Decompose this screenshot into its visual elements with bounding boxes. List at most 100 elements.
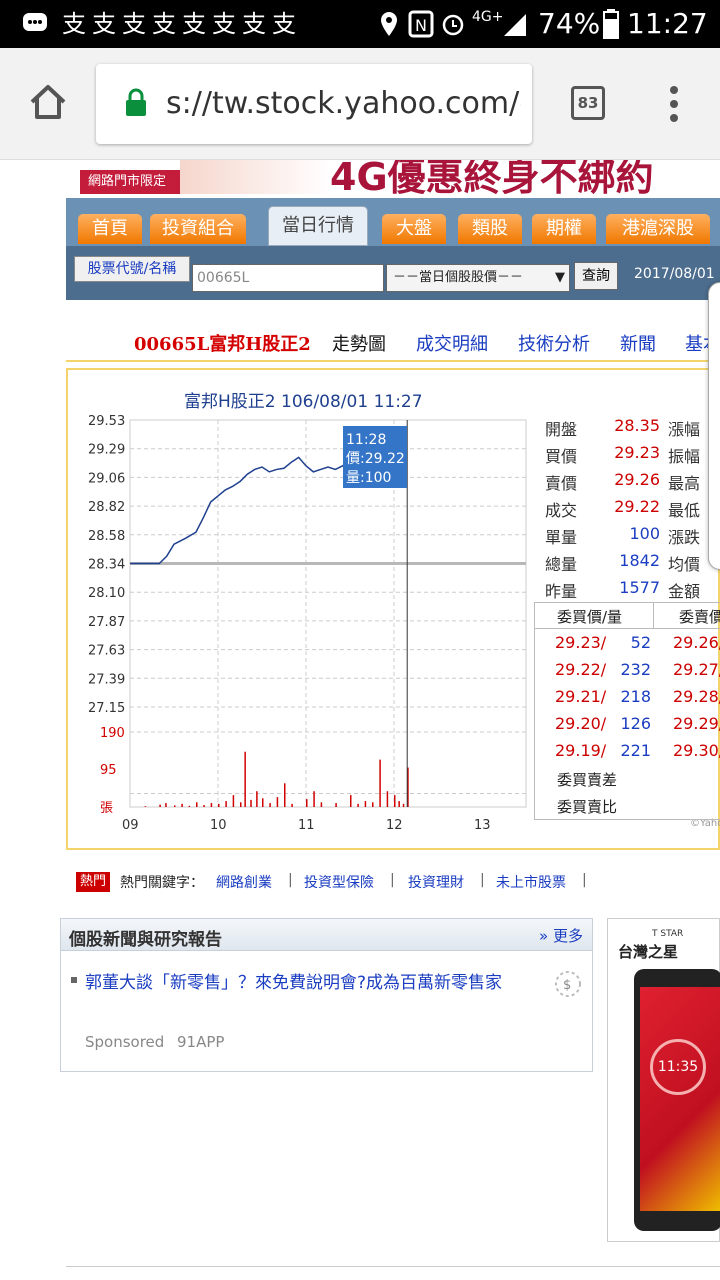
- news-more-link[interactable]: » 更多: [539, 925, 583, 946]
- divider: [653, 603, 654, 629]
- stock-title: 00665L富邦H股正2: [134, 334, 311, 355]
- volume-bar: [386, 791, 389, 807]
- tab-hk-cn[interactable]: 港滬深股: [606, 214, 710, 244]
- volume-bar: [232, 795, 235, 807]
- nav-tabs: 首頁 投資組合 當日行情 大盤 類股 期權 港滬深股: [66, 198, 720, 246]
- hot-link-insurance[interactable]: 投資型保險: [304, 872, 374, 892]
- volume-bar: [306, 799, 308, 807]
- volume-bar: [262, 798, 264, 807]
- quote-label: 單量: [545, 528, 578, 547]
- volume-bar: [144, 806, 147, 807]
- bid-ask-ratio: 委買賣比: [557, 798, 618, 816]
- chart-title: 富邦H股正2 106/08/01 11:27: [184, 392, 423, 412]
- bid-price: 29.21/: [555, 687, 607, 706]
- quote-label: 成交: [545, 501, 578, 520]
- news-title: 個股新聞與研究報告: [69, 930, 222, 950]
- quote-label2: 振幅: [668, 447, 701, 466]
- address-bar[interactable]: s://tw.stock.yahoo.com/c: [96, 64, 532, 144]
- subtab-trades[interactable]: 成交明細: [416, 330, 488, 356]
- volume-bar: [244, 751, 246, 807]
- quote-value: 100: [629, 524, 660, 543]
- quote-label2: 金額: [668, 582, 701, 601]
- tab-sectors[interactable]: 類股: [458, 214, 522, 244]
- volume-bar: [181, 803, 183, 807]
- price-tick-label: 27.39: [88, 672, 125, 687]
- hot-link-startup[interactable]: 網路創業: [216, 872, 272, 892]
- alarm-icon: [442, 14, 464, 36]
- subtab-technical[interactable]: 技術分析: [518, 330, 590, 356]
- volume-bar: [276, 797, 279, 807]
- x-tick-label: 11: [298, 818, 315, 833]
- subtab-news[interactable]: 新聞: [620, 330, 656, 356]
- sponsored-label: Sponsored: [85, 1033, 165, 1051]
- tab-home[interactable]: 首頁: [78, 214, 142, 244]
- quote-type-select[interactable]: －－當日個股股價－－ ▼: [386, 264, 570, 292]
- quote-value: 29.23: [614, 443, 660, 462]
- tooltip: 11:28 價:29.22 量:100: [343, 426, 407, 488]
- phone-screen: [640, 987, 720, 1211]
- x-tick-label: 10: [210, 818, 227, 833]
- plot-border: [129, 419, 527, 808]
- bid-price: 29.19/: [555, 741, 607, 760]
- query-button[interactable]: 查詢: [574, 262, 618, 290]
- banner-text: 4G優惠終身不綁約: [330, 160, 654, 194]
- subtab-trend[interactable]: 走勢圖: [332, 330, 386, 356]
- volume-bar: [291, 803, 293, 807]
- ask-price: 29.26/: [673, 633, 720, 652]
- home-icon[interactable]: [28, 82, 68, 122]
- banner-image: [180, 160, 330, 194]
- quote-label: 總量: [545, 555, 578, 574]
- hot-link-unlisted[interactable]: 未上市股票: [496, 872, 566, 892]
- volume-bar: [210, 803, 213, 807]
- volume-bar: [256, 791, 258, 807]
- browser-toolbar: s://tw.stock.yahoo.com/c 83: [0, 48, 720, 160]
- overlay-popup-edge[interactable]: [708, 282, 720, 570]
- tab-options[interactable]: 期權: [532, 214, 596, 244]
- ask-price: 29.28/: [673, 687, 720, 706]
- volume-bar: [188, 805, 191, 807]
- location-icon: [381, 12, 397, 36]
- price-tick-label: 28.82: [88, 500, 125, 515]
- tab-market[interactable]: 大盤: [382, 214, 446, 244]
- volume-bar: [402, 803, 405, 807]
- more-menu-icon[interactable]: [664, 84, 684, 124]
- volume-bar: [225, 801, 227, 807]
- symbol-name-button[interactable]: 股票代號/名稱: [74, 256, 190, 282]
- bid-price: 29.23/: [555, 633, 607, 652]
- ask-price: 29.30/: [673, 741, 720, 760]
- volume-bar: [313, 791, 315, 807]
- volume-bar: [350, 795, 352, 807]
- price-tick-label: 28.58: [88, 529, 125, 544]
- orderbook: 委買價/量 委賣價 29.23/52 29.26/29.22/232 29.27/2…: [534, 602, 720, 820]
- tab-portfolio[interactable]: 投資組合: [150, 214, 246, 244]
- quote-date: 2017/08/01: [634, 266, 715, 282]
- chevron-down-icon: ▼: [555, 270, 565, 285]
- news-item-link[interactable]: 郭董大談「新零售」？來免費說明會?成為百萬新零售家: [85, 969, 535, 997]
- hot-link-investing[interactable]: 投資理財: [408, 872, 464, 892]
- price-tick-label: 29.06: [88, 471, 125, 486]
- ad-banner[interactable]: 網路門市限定 4G優惠終身不綁約: [80, 160, 720, 194]
- divider: [66, 360, 720, 362]
- tstar-ad[interactable]: T STAR 台灣之星 11:35: [607, 918, 720, 1242]
- bid-ask-diff: 委買賣差: [557, 771, 618, 789]
- url-text: s://tw.stock.yahoo.com/c: [166, 86, 521, 121]
- quote-label: 昨量: [545, 582, 578, 601]
- svg-text:$: $: [563, 978, 571, 993]
- divider: [66, 1266, 720, 1267]
- nfc-icon: N: [408, 10, 434, 38]
- volume-bar: [379, 759, 381, 807]
- bid-qty: 52: [630, 633, 651, 652]
- tooltip-time: 11:28: [346, 432, 386, 448]
- chart-panel: 富邦H股正2 106/08/01 11:27 29.53 29.29 29.06 28…: [66, 368, 720, 850]
- tab-daily-quotes[interactable]: 當日行情: [268, 206, 368, 246]
- tab-switcher-button[interactable]: 83: [571, 86, 605, 120]
- quote-value: 29.22: [614, 497, 660, 516]
- symbol-input[interactable]: 00665L: [192, 264, 384, 292]
- bid-header: 委買價/量: [557, 608, 623, 626]
- volume-bar: [372, 802, 374, 807]
- bid-qty: 232: [620, 660, 651, 679]
- news-box: 個股新聞與研究報告 » 更多 郭董大談「新零售」？來免費說明會?成為百萬新零售家…: [60, 918, 593, 1072]
- volume-tick-label: 190: [100, 726, 125, 741]
- volume-bar: [320, 802, 323, 807]
- quote-value: 1842: [619, 551, 660, 570]
